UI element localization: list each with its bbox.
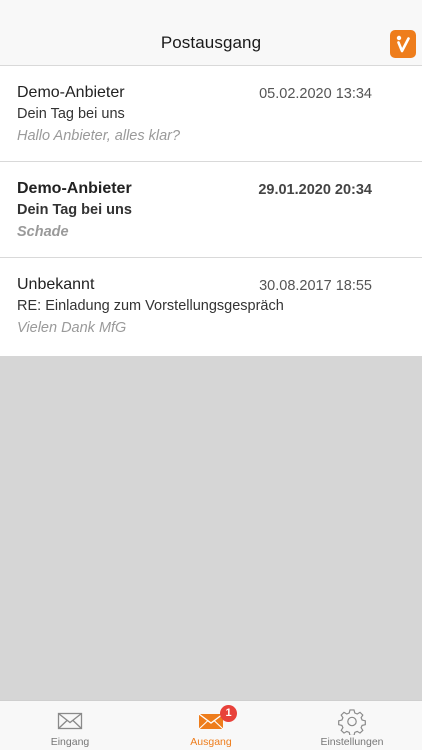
tab-einstellungen[interactable]: Einstellungen bbox=[282, 701, 422, 750]
message-sender: Demo-Anbieter bbox=[17, 180, 132, 197]
message-preview: Hallo Anbieter, alles klar? bbox=[17, 128, 181, 144]
message-sender: Demo-Anbieter bbox=[17, 84, 125, 101]
envelope-icon bbox=[56, 709, 84, 733]
message-preview: Schade bbox=[17, 224, 69, 240]
outbox-screen: Postausgang Demo-Anbieter 05.02.2020 13:… bbox=[0, 0, 422, 750]
navigation-bar: Postausgang bbox=[0, 0, 422, 66]
gear-icon bbox=[338, 709, 366, 737]
message-row[interactable]: Unbekannt 30.08.2017 18:55 RE: Einladung… bbox=[0, 258, 422, 356]
tab-label: Ausgang bbox=[190, 736, 232, 748]
tab-eingang[interactable]: Eingang bbox=[0, 701, 140, 750]
tab-label: Einstellungen bbox=[320, 736, 384, 748]
message-list: Demo-Anbieter 05.02.2020 13:34 Dein Tag … bbox=[0, 66, 422, 356]
message-row[interactable]: Demo-Anbieter 29.01.2020 20:34 Dein Tag … bbox=[0, 162, 422, 258]
brand-logo-glyph bbox=[396, 35, 410, 53]
page-title: Postausgang bbox=[160, 33, 262, 52]
tab-ausgang[interactable]: 1 Ausgang bbox=[141, 701, 281, 750]
message-preview: Vielen Dank MfG bbox=[17, 320, 127, 336]
message-subject: Dein Tag bei uns bbox=[17, 106, 125, 122]
message-date: 05.02.2020 13:34 bbox=[259, 86, 372, 102]
unread-count-badge: 1 bbox=[220, 705, 237, 722]
message-date: 29.01.2020 20:34 bbox=[258, 182, 372, 198]
message-subject: RE: Einladung zum Vorstellungsgespräch bbox=[17, 298, 284, 314]
message-row[interactable]: Demo-Anbieter 05.02.2020 13:34 Dein Tag … bbox=[0, 66, 422, 162]
brand-logo-icon[interactable] bbox=[390, 30, 416, 58]
tab-bar: Eingang 1 Ausgang Einstellungen bbox=[0, 700, 422, 750]
message-sender: Unbekannt bbox=[17, 276, 95, 293]
message-date: 30.08.2017 18:55 bbox=[259, 278, 372, 294]
message-subject: Dein Tag bei uns bbox=[17, 202, 132, 218]
tab-label: Eingang bbox=[50, 736, 90, 748]
